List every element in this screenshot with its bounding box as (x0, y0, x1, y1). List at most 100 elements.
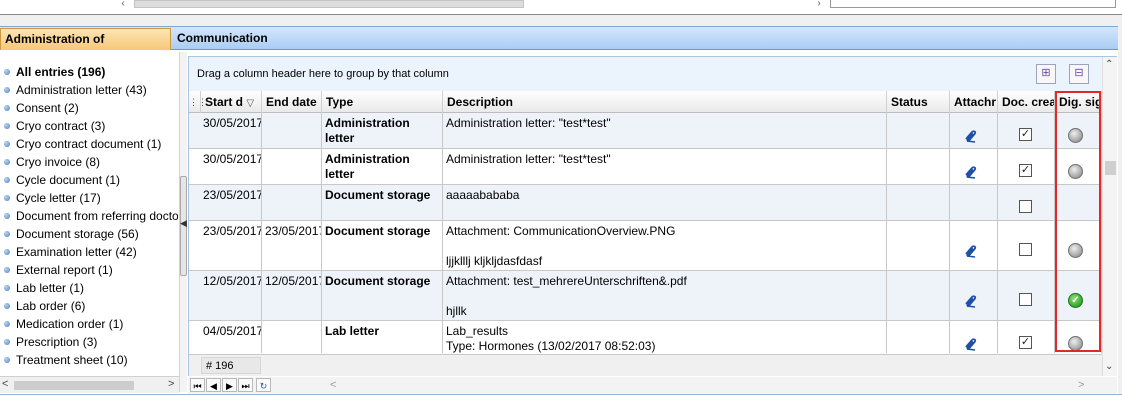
cell-start-date[interactable]: 30/05/2017 (189, 149, 262, 184)
scroll-right-arrow-icon[interactable]: > (168, 378, 174, 390)
cell-start-date[interactable]: 23/05/2017 (189, 185, 262, 220)
table-row[interactable]: 04/05/2017 Lab letter Lab_results Type: Hor… (189, 321, 1102, 353)
category-item[interactable]: Cryo contract document (1) (0, 135, 178, 153)
cell-description[interactable]: Attachment: CommunicationOverview.PNG ljj… (443, 221, 887, 270)
tab-administration-of-documents[interactable]: Administration of documents (0, 28, 171, 67)
group-by-panel[interactable]: Drag a column header here to group by th… (189, 57, 1102, 91)
scroll-right-arrow-icon[interactable]: › (812, 0, 826, 9)
category-item[interactable]: Document storage (56) (0, 225, 178, 243)
column-header-description[interactable]: Description (443, 91, 887, 113)
cell-start-date[interactable]: 30/05/2017 (189, 113, 262, 148)
cell-attachment[interactable] (950, 221, 998, 270)
table-row[interactable]: 30/05/2017 Administration letter Administr… (189, 113, 1102, 149)
signature-pending-icon[interactable] (1068, 164, 1083, 179)
cell-description[interactable]: Administration letter: "test*test" (443, 149, 887, 184)
cell-type[interactable]: Administration letter (322, 149, 443, 184)
table-row[interactable]: 23/05/2017 Document storage aaaaabababa (189, 185, 1102, 221)
checkbox-checked[interactable]: ✓ (1019, 128, 1032, 141)
cell-status[interactable] (887, 221, 950, 270)
scroll-thumb[interactable] (134, 0, 524, 8)
category-item[interactable]: Lab letter (1) (0, 279, 178, 297)
cell-end-date[interactable] (262, 321, 322, 353)
cell-end-date[interactable]: 23/05/2017 (262, 221, 322, 270)
category-item[interactable]: Prescription (3) (0, 333, 178, 351)
cell-description[interactable]: Administration letter: "test*test" (443, 113, 887, 148)
cell-digital-signature[interactable] (1055, 185, 1102, 220)
category-item[interactable]: All entries (196) (0, 63, 178, 81)
cell-digital-signature[interactable] (1055, 149, 1102, 184)
cell-end-date[interactable] (262, 113, 322, 148)
paperclip-icon[interactable] (963, 129, 979, 145)
category-item[interactable]: Consent (2) (0, 99, 178, 117)
first-record-button[interactable]: ⏮ (190, 378, 205, 392)
checkbox-checked[interactable]: ✓ (1019, 164, 1032, 177)
column-header-digital-signature[interactable]: Dig. sig (1055, 91, 1102, 113)
cell-end-date[interactable] (262, 185, 322, 220)
category-item[interactable]: Cryo invoice (8) (0, 153, 178, 171)
column-header-type[interactable]: Type (322, 91, 443, 113)
scroll-left-arrow-icon[interactable]: ‹ (116, 0, 130, 9)
cell-description[interactable]: Attachment: test_mehrereUnterschriften&.… (443, 271, 887, 320)
previous-record-button[interactable]: ◀ (206, 378, 221, 392)
cell-start-date[interactable]: 04/05/2017 (189, 321, 262, 353)
collapse-all-button[interactable]: ⊟ (1069, 64, 1089, 84)
cell-attachment[interactable] (950, 271, 998, 320)
category-item[interactable]: Cycle document (1) (0, 171, 178, 189)
cell-digital-signature[interactable] (1055, 113, 1102, 148)
checkbox-unchecked[interactable] (1019, 293, 1032, 306)
cell-status[interactable] (887, 113, 950, 148)
cell-type[interactable]: Lab letter (322, 321, 443, 353)
cell-doc-created[interactable]: ✓ (998, 149, 1055, 184)
column-header-start-date[interactable]: Start d ▽ (201, 91, 262, 113)
cell-digital-signature[interactable]: ✓ (1055, 271, 1102, 320)
paperclip-icon[interactable] (963, 294, 979, 310)
cell-doc-created[interactable]: ✓ (998, 113, 1055, 148)
category-item[interactable]: Treatment sheet (10) (0, 351, 178, 369)
cell-status[interactable] (887, 321, 950, 353)
expand-all-button[interactable]: ⊞ (1036, 64, 1056, 84)
top-horizontal-scrollbar[interactable]: ‹ › (0, 0, 1122, 14)
panel-splitter[interactable]: ◀ (179, 52, 187, 392)
scroll-thumb[interactable] (14, 381, 134, 390)
refresh-button[interactable]: ↻ (256, 378, 271, 392)
signature-pending-icon[interactable] (1068, 243, 1083, 258)
cell-end-date[interactable]: 12/05/2017 (262, 271, 322, 320)
category-item[interactable]: Examination letter (42) (0, 243, 178, 261)
category-item[interactable]: Lab order (6) (0, 297, 178, 315)
cell-description[interactable]: aaaaabababa (443, 185, 887, 220)
collapse-left-arrow-icon[interactable]: ◀ (180, 218, 187, 229)
cell-start-date[interactable]: 23/05/2017 (189, 221, 262, 270)
grid-vertical-scrollbar[interactable]: ⌃ ⌄ (1102, 57, 1117, 376)
paperclip-icon[interactable] (963, 337, 979, 353)
scroll-left-arrow-icon[interactable]: < (2, 378, 8, 390)
cell-type[interactable]: Document storage (322, 271, 443, 320)
checkbox-unchecked[interactable] (1019, 200, 1032, 213)
cell-doc-created[interactable] (998, 185, 1055, 220)
category-list-horizontal-scrollbar[interactable]: < > (0, 376, 180, 393)
cell-type[interactable]: Document storage (322, 221, 443, 270)
cell-status[interactable] (887, 149, 950, 184)
category-item[interactable]: Cycle letter (17) (0, 189, 178, 207)
checkbox-checked[interactable]: ✓ (1019, 336, 1032, 349)
cell-digital-signature[interactable] (1055, 221, 1102, 270)
column-header-end-date[interactable]: End date (262, 91, 322, 113)
cell-end-date[interactable] (262, 149, 322, 184)
checkbox-unchecked[interactable] (1019, 243, 1032, 256)
scroll-down-arrow-icon[interactable]: ⌄ (1105, 361, 1113, 372)
cell-start-date[interactable]: 12/05/2017 (189, 271, 262, 320)
cell-attachment[interactable] (950, 185, 998, 220)
cell-doc-created[interactable] (998, 271, 1055, 320)
category-item[interactable]: Document from referring docto (0, 207, 178, 225)
cell-type[interactable]: Document storage (322, 185, 443, 220)
cell-digital-signature[interactable] (1055, 321, 1102, 353)
column-header-status[interactable]: Status (887, 91, 950, 113)
category-item[interactable]: External report (1) (0, 261, 178, 279)
table-row[interactable]: 12/05/2017 12/05/2017 Document storage Atta… (189, 271, 1102, 321)
next-record-button[interactable]: ▶ (222, 378, 237, 392)
cell-description[interactable]: Lab_results Type: Hormones (13/02/2017 08… (443, 321, 887, 353)
column-chooser-icon[interactable]: ⋮⋮ (189, 91, 207, 113)
signature-pending-icon[interactable] (1068, 128, 1083, 143)
cell-attachment[interactable] (950, 113, 998, 148)
paperclip-icon[interactable] (963, 244, 979, 260)
category-item[interactable]: Cryo contract (3) (0, 117, 178, 135)
